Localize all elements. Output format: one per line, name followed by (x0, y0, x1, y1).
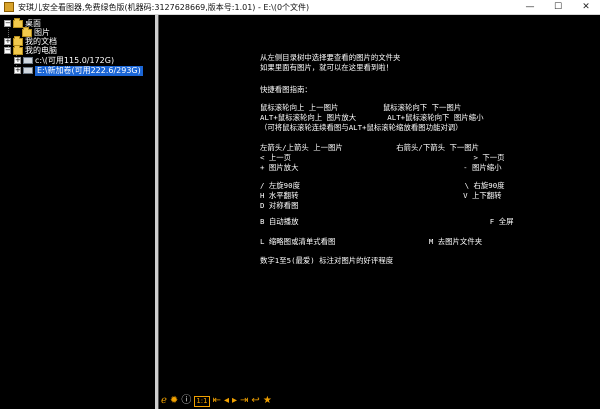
tree-item-label: c:\(可用115.0/172G) (35, 55, 115, 65)
maximize-button[interactable]: ☐ (544, 0, 572, 14)
drive-icon (23, 57, 33, 64)
tree-item-label: 我的电脑 (25, 45, 57, 55)
help-line: + 图片放大 - 图片缩小 (260, 163, 502, 172)
help-line: 从左侧目录树中选择要查看的图片的文件夹 (260, 53, 401, 62)
thumbnail-mode-icon[interactable]: 1:1 (194, 395, 210, 407)
folder-tree[interactable]: − 桌面 图片 + 我的文档 − 我的电脑 + c:\(可用115.0/172G… (0, 15, 155, 409)
folder-icon (13, 44, 23, 55)
info-icon[interactable]: ⓘ (181, 395, 191, 407)
last-icon[interactable]: ⇥ (240, 395, 248, 407)
help-line: B 自动播放 F 全屏 (260, 217, 514, 226)
help-line: < 上一页 > 下一页 (260, 153, 505, 162)
tree-item-label-selected: E:\新加卷(可用222.6/293G) (35, 65, 143, 76)
expand-icon[interactable]: + (14, 67, 21, 74)
help-line: 左箭头/上箭头 上一图片 右箭头/下箭头 下一图片 (260, 143, 480, 152)
help-line: ALT+鼠标滚轮向上 图片放大 ALT+鼠标滚轮向下 图片缩小 (260, 113, 484, 122)
window-title: 安琪儿安全看图器,免费绿色版(机器码:3127628669,版本号:1.01) … (18, 2, 310, 12)
next-icon[interactable]: ▸ (232, 395, 237, 407)
expand-icon[interactable]: + (4, 38, 11, 45)
first-icon[interactable]: ⇤ (213, 395, 221, 407)
close-button[interactable]: ✕ (572, 0, 600, 14)
prev-page-icon[interactable]: ↩ (251, 395, 259, 407)
help-line: H 水平翻转 V 上下翻转 (260, 191, 502, 200)
star-icon[interactable]: ★ (263, 395, 272, 407)
minimize-button[interactable]: — (516, 0, 544, 14)
collapse-icon[interactable]: − (4, 20, 11, 27)
e-logo-icon[interactable]: ℯ (161, 395, 167, 407)
tree-item-drive-e[interactable]: + E:\新加卷(可用222.6/293G) (14, 65, 143, 76)
title-bar: 安琪儿安全看图器,免费绿色版(机器码:3127628669,版本号:1.01) … (0, 0, 600, 15)
help-line: L 缩略图或清单式看图 M 去图片文件夹 (260, 237, 483, 246)
image-viewer-area[interactable]: 从左侧目录树中选择要查看的图片的文件夹 如果里面有图片，就可以在这里看到啦！ 快… (159, 15, 600, 393)
help-line: / 左旋90度 \ 右旋90度 (260, 181, 505, 190)
help-line: 鼠标滚轮向上 上一图片 鼠标滚轮向下 下一图片 (260, 103, 462, 112)
help-line: 数字1至5(最爱) 标注对图片的好评程度 (260, 256, 394, 265)
expand-icon[interactable]: + (14, 57, 21, 64)
bottom-toolbar: ℯ ✹ ⓘ 1:1 ⇤ ◂ ▸ ⇥ ↩ ★ (159, 393, 600, 409)
help-line: 如果里面有图片，就可以在这里看到啦！ (260, 63, 394, 72)
prev-icon[interactable]: ◂ (224, 395, 229, 407)
app-icon (4, 2, 14, 12)
settings-gear-icon[interactable]: ✹ (170, 395, 178, 407)
help-heading: 快捷看图指南： (260, 85, 312, 94)
help-line: D 对称看图 (260, 201, 299, 210)
window-controls: — ☐ ✕ (516, 0, 600, 14)
help-line: （可将鼠标滚轮连续看图与ALT+鼠标滚轮缩放看图功能对调） (260, 123, 463, 132)
collapse-icon[interactable]: − (4, 47, 11, 54)
drive-icon (23, 67, 33, 74)
